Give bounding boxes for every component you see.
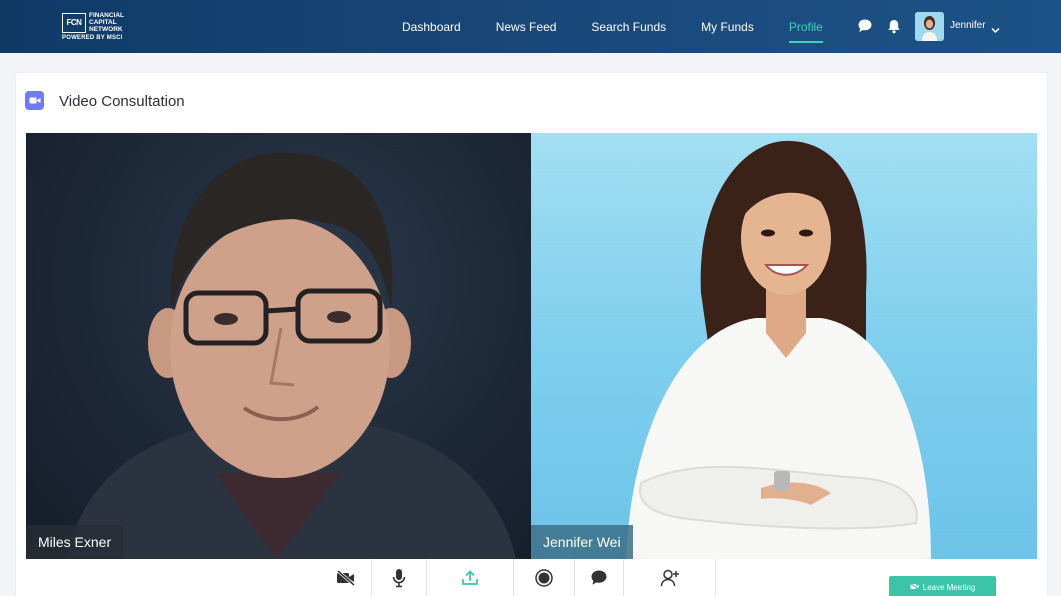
video-tile-miles[interactable]: Miles Exner	[26, 133, 531, 559]
logo-name-line3: NETWORK	[89, 26, 123, 33]
bell-icon[interactable]	[885, 17, 903, 35]
avatar[interactable]	[915, 12, 944, 41]
video-off-icon	[909, 582, 919, 592]
participant-name-tag: Miles Exner	[26, 525, 124, 559]
nav-profile[interactable]: Profile	[788, 20, 823, 43]
chevron-down-icon[interactable]	[991, 21, 1000, 39]
chat-icon[interactable]	[575, 559, 624, 596]
powered-by: POWERED BY MSCI	[62, 35, 123, 41]
nav-search-funds[interactable]: Search Funds	[591, 20, 666, 34]
nav-news-feed[interactable]: News Feed	[496, 20, 557, 34]
top-navbar: FCN FINANCIAL CAPITAL NETWORK POWERED BY…	[0, 0, 1061, 53]
brand-logo[interactable]: FCN FINANCIAL CAPITAL NETWORK POWERED BY…	[62, 12, 124, 41]
logo-name-line2: CAPITAL	[89, 19, 117, 26]
leave-meeting-label: Leave Meeting	[922, 582, 976, 592]
nav-dashboard[interactable]: Dashboard	[402, 20, 461, 34]
logo-mark: FCN	[62, 12, 86, 33]
call-controls	[320, 559, 716, 596]
video-off-icon[interactable]	[320, 559, 372, 596]
record-icon[interactable]	[514, 559, 575, 596]
video-tile-jennifer[interactable]: Jennifer Wei	[531, 133, 1037, 559]
nav-my-funds[interactable]: My Funds	[701, 20, 754, 34]
user-name[interactable]: Jennifer	[950, 20, 986, 31]
logo-name-line1: FINANCIAL	[89, 12, 125, 19]
chat-icon[interactable]	[856, 17, 874, 35]
page-title: Video Consultation	[59, 93, 185, 110]
participant-name-tag: Jennifer Wei	[531, 525, 633, 559]
add-participant-icon[interactable]	[624, 559, 716, 596]
participant-video-jennifer	[626, 140, 931, 559]
microphone-icon[interactable]	[372, 559, 427, 596]
share-screen-icon[interactable]	[427, 559, 514, 596]
participant-video-miles	[66, 152, 516, 559]
leave-meeting-button[interactable]: Leave Meeting	[889, 576, 996, 596]
video-camera-icon	[25, 91, 44, 110]
main-nav: Dashboard News Feed Search Funds My Fund…	[402, 0, 858, 53]
